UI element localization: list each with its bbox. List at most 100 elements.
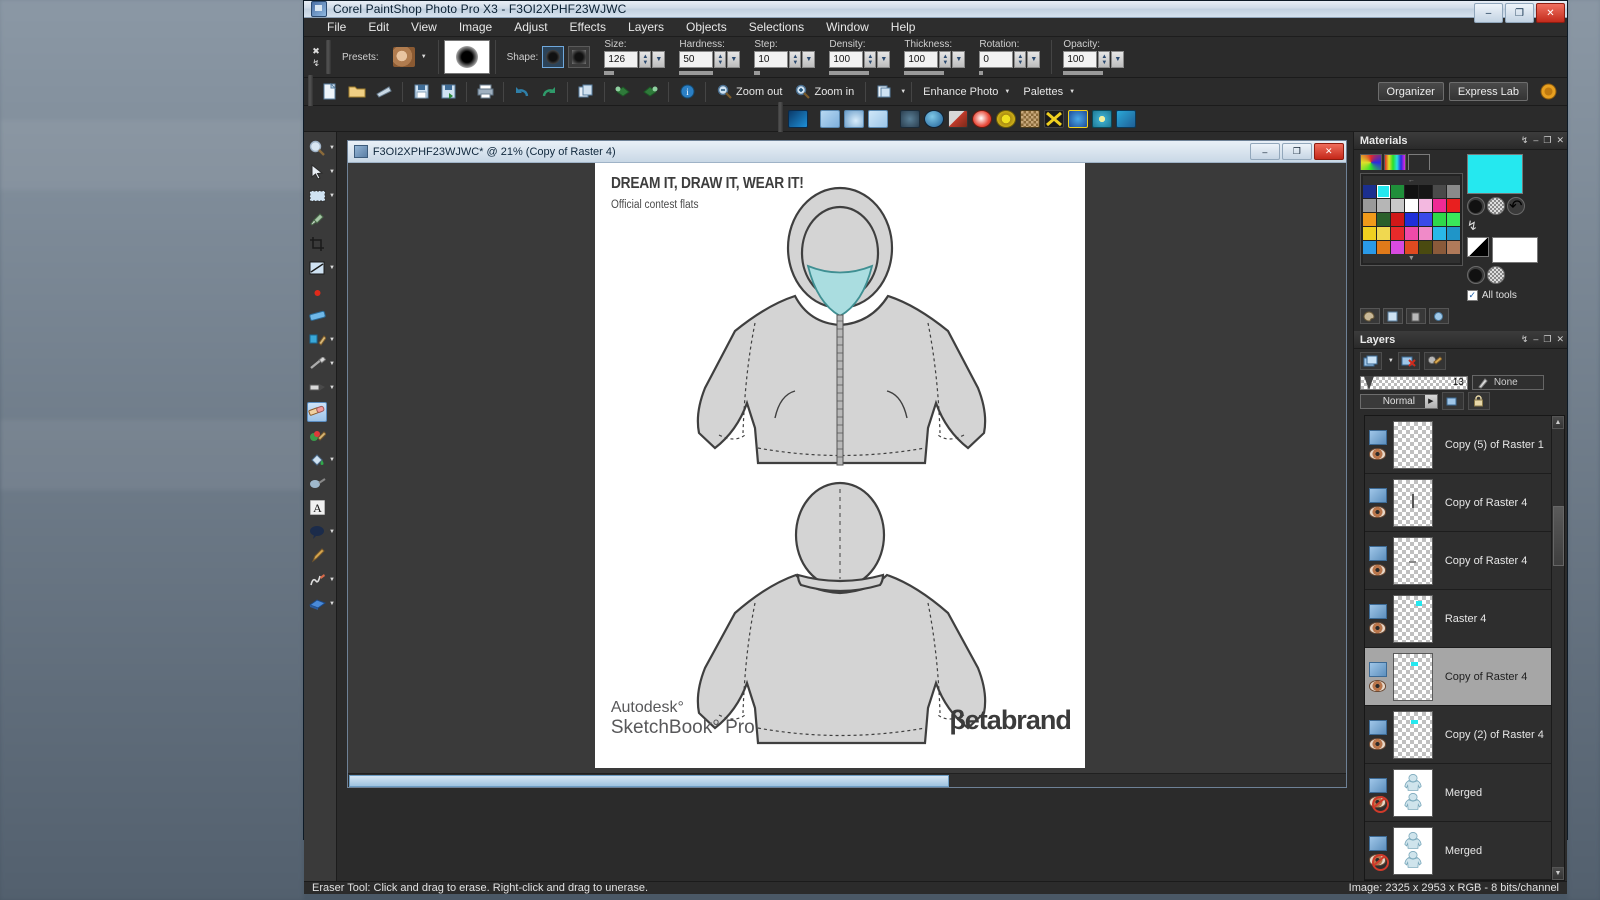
blend-mode-chevron-icon[interactable]: ▶ bbox=[1424, 394, 1437, 408]
color-swatch[interactable] bbox=[1362, 185, 1376, 198]
color-swatch[interactable] bbox=[1446, 227, 1460, 240]
color-swatch[interactable] bbox=[1404, 227, 1418, 240]
document-scroll-thumb[interactable] bbox=[348, 775, 949, 787]
new-icon[interactable] bbox=[317, 80, 343, 104]
layer-visibility-toggle[interactable] bbox=[1369, 563, 1387, 576]
layers-minimize-icon[interactable]: – bbox=[1533, 334, 1538, 345]
thickness-dropdown[interactable]: ▼ bbox=[952, 51, 966, 68]
menu-objects[interactable]: Objects bbox=[675, 18, 738, 36]
hardness-input[interactable]: 50 bbox=[679, 51, 714, 68]
color-swatch[interactable] bbox=[1404, 185, 1418, 198]
effect-art-media-icon[interactable] bbox=[948, 109, 968, 128]
color-swatch[interactable] bbox=[1418, 213, 1432, 226]
organizer-button[interactable]: Organizer bbox=[1377, 82, 1444, 101]
layer-visibility-toggle[interactable] bbox=[1369, 737, 1387, 750]
document-close-button[interactable]: ✕ bbox=[1313, 143, 1344, 160]
color-swatch[interactable] bbox=[1418, 241, 1432, 254]
color-swatch[interactable] bbox=[1362, 227, 1376, 240]
palettes-menu[interactable]: Palettes ▼ bbox=[1017, 81, 1081, 103]
hardness-stepper[interactable]: ▲ ▼ bbox=[714, 51, 727, 68]
shape-square-button[interactable] bbox=[568, 46, 591, 68]
crop-tool[interactable] bbox=[304, 232, 336, 255]
materials-close-icon[interactable]: ✕ bbox=[1556, 135, 1564, 146]
save-icon[interactable] bbox=[408, 80, 434, 104]
effect-texture-icon[interactable] bbox=[1020, 109, 1040, 128]
dropper-tool[interactable] bbox=[304, 208, 336, 231]
color-swatch[interactable] bbox=[1404, 199, 1418, 212]
opacity-slider-handle[interactable] bbox=[1363, 375, 1374, 390]
color-swatch[interactable] bbox=[1362, 199, 1376, 212]
browse-icon[interactable] bbox=[371, 80, 397, 104]
menu-selections[interactable]: Selections bbox=[738, 18, 815, 36]
color-swatch[interactable] bbox=[1404, 241, 1418, 254]
straighten-tool[interactable]: ▼ bbox=[304, 256, 336, 279]
materials-tab-rainbow[interactable] bbox=[1383, 154, 1406, 170]
paint-brush-tool[interactable]: ▼ bbox=[304, 376, 336, 399]
rotation-stepper[interactable]: ▲ ▼ bbox=[1014, 51, 1027, 68]
materials-palette-icon[interactable] bbox=[1359, 308, 1380, 324]
effect-illumination-icon[interactable] bbox=[1068, 109, 1088, 128]
layer-visibility-toggle[interactable] bbox=[1369, 621, 1387, 634]
new-layer-icon[interactable] bbox=[1359, 352, 1382, 370]
minimize-button[interactable]: – bbox=[1474, 3, 1503, 23]
layer-row[interactable]: Copy (2) of Raster 4 bbox=[1364, 706, 1564, 764]
flood-fill-tool[interactable]: ▼ bbox=[304, 448, 336, 471]
layer-link-icon[interactable] bbox=[1441, 392, 1464, 410]
copy-chevron-down-icon[interactable]: ▼ bbox=[900, 89, 906, 95]
background-texture-icon[interactable] bbox=[1486, 266, 1505, 284]
foreground-texture-icon[interactable] bbox=[1486, 197, 1505, 215]
effect-plain-icon[interactable] bbox=[820, 109, 840, 128]
color-swatch[interactable] bbox=[1418, 227, 1432, 240]
enhance-photo-menu[interactable]: Enhance Photo ▼ bbox=[917, 81, 1016, 103]
red-eye-tool[interactable] bbox=[304, 280, 336, 303]
step-stepper[interactable]: ▲ ▼ bbox=[789, 51, 802, 68]
copy-to-clipboard-icon[interactable] bbox=[871, 80, 897, 104]
swap-colors-icon[interactable]: ↶ bbox=[1506, 197, 1525, 215]
menu-view[interactable]: View bbox=[400, 18, 448, 36]
materials-maximize-icon[interactable]: ❐ bbox=[1543, 135, 1551, 146]
effect-reflection-icon[interactable] bbox=[1092, 109, 1112, 128]
effect-3d-icon[interactable] bbox=[900, 109, 920, 128]
duplicate-icon[interactable] bbox=[573, 80, 599, 104]
color-swatch[interactable] bbox=[1376, 213, 1390, 226]
step-dropdown[interactable]: ▼ bbox=[802, 51, 816, 68]
layer-lock-icon[interactable] bbox=[1467, 392, 1490, 410]
layer-row[interactable]: Copy of Raster 4 bbox=[1364, 474, 1564, 532]
layer-row[interactable]: Copy (5) of Raster 1 bbox=[1364, 416, 1564, 474]
layer-visibility-toggle[interactable] bbox=[1369, 447, 1387, 460]
rotation-dropdown[interactable]: ▼ bbox=[1027, 51, 1041, 68]
background-solid-icon[interactable] bbox=[1466, 266, 1485, 284]
materials-minimize-icon[interactable]: – bbox=[1533, 135, 1538, 146]
effect-artistic-icon[interactable] bbox=[924, 109, 944, 128]
palettes-chevron-down-icon[interactable]: ▼ bbox=[1069, 89, 1075, 95]
layer-effect-none[interactable]: None bbox=[1471, 375, 1544, 390]
preset-chevron-down-icon[interactable]: ▼ bbox=[421, 54, 427, 60]
menu-effects[interactable]: Effects bbox=[559, 18, 617, 36]
new-layer-chevron-down-icon[interactable]: ▼ bbox=[1388, 358, 1394, 364]
swap-arrow-icon[interactable]: ↯ bbox=[1467, 218, 1478, 234]
layer-scroll-down-button[interactable]: ▼ bbox=[1552, 867, 1564, 880]
materials-tab-frame[interactable] bbox=[1359, 154, 1382, 170]
menu-edit[interactable]: Edit bbox=[357, 18, 400, 36]
density-stepper[interactable]: ▲ ▼ bbox=[864, 51, 877, 68]
materials-options-icon[interactable] bbox=[1428, 308, 1449, 324]
menu-image[interactable]: Image bbox=[448, 18, 503, 36]
open-icon[interactable] bbox=[344, 80, 370, 104]
layers-maximize-icon[interactable]: ❐ bbox=[1543, 334, 1551, 345]
color-swatch[interactable] bbox=[1376, 241, 1390, 254]
color-swatch[interactable] bbox=[1362, 241, 1376, 254]
opacity-dropdown[interactable]: ▼ bbox=[1111, 51, 1125, 68]
color-swatch[interactable] bbox=[1390, 227, 1404, 240]
layer-scroll-thumb[interactable] bbox=[1553, 506, 1564, 566]
density-input[interactable]: 100 bbox=[829, 51, 864, 68]
layers-close-icon[interactable]: ✕ bbox=[1556, 334, 1564, 345]
preset-picker[interactable]: ▼ bbox=[387, 37, 433, 77]
object-tool[interactable]: ▼ bbox=[304, 592, 336, 615]
maximize-button[interactable]: ❐ bbox=[1505, 3, 1534, 23]
color-swatch[interactable] bbox=[1390, 213, 1404, 226]
opacity-stepper[interactable]: ▲ ▼ bbox=[1098, 51, 1111, 68]
warp-tool[interactable]: ▼ bbox=[304, 568, 336, 591]
color-swatch[interactable] bbox=[1432, 227, 1446, 240]
layer-properties-icon[interactable] bbox=[1423, 352, 1446, 370]
color-swatch[interactable] bbox=[1376, 227, 1390, 240]
